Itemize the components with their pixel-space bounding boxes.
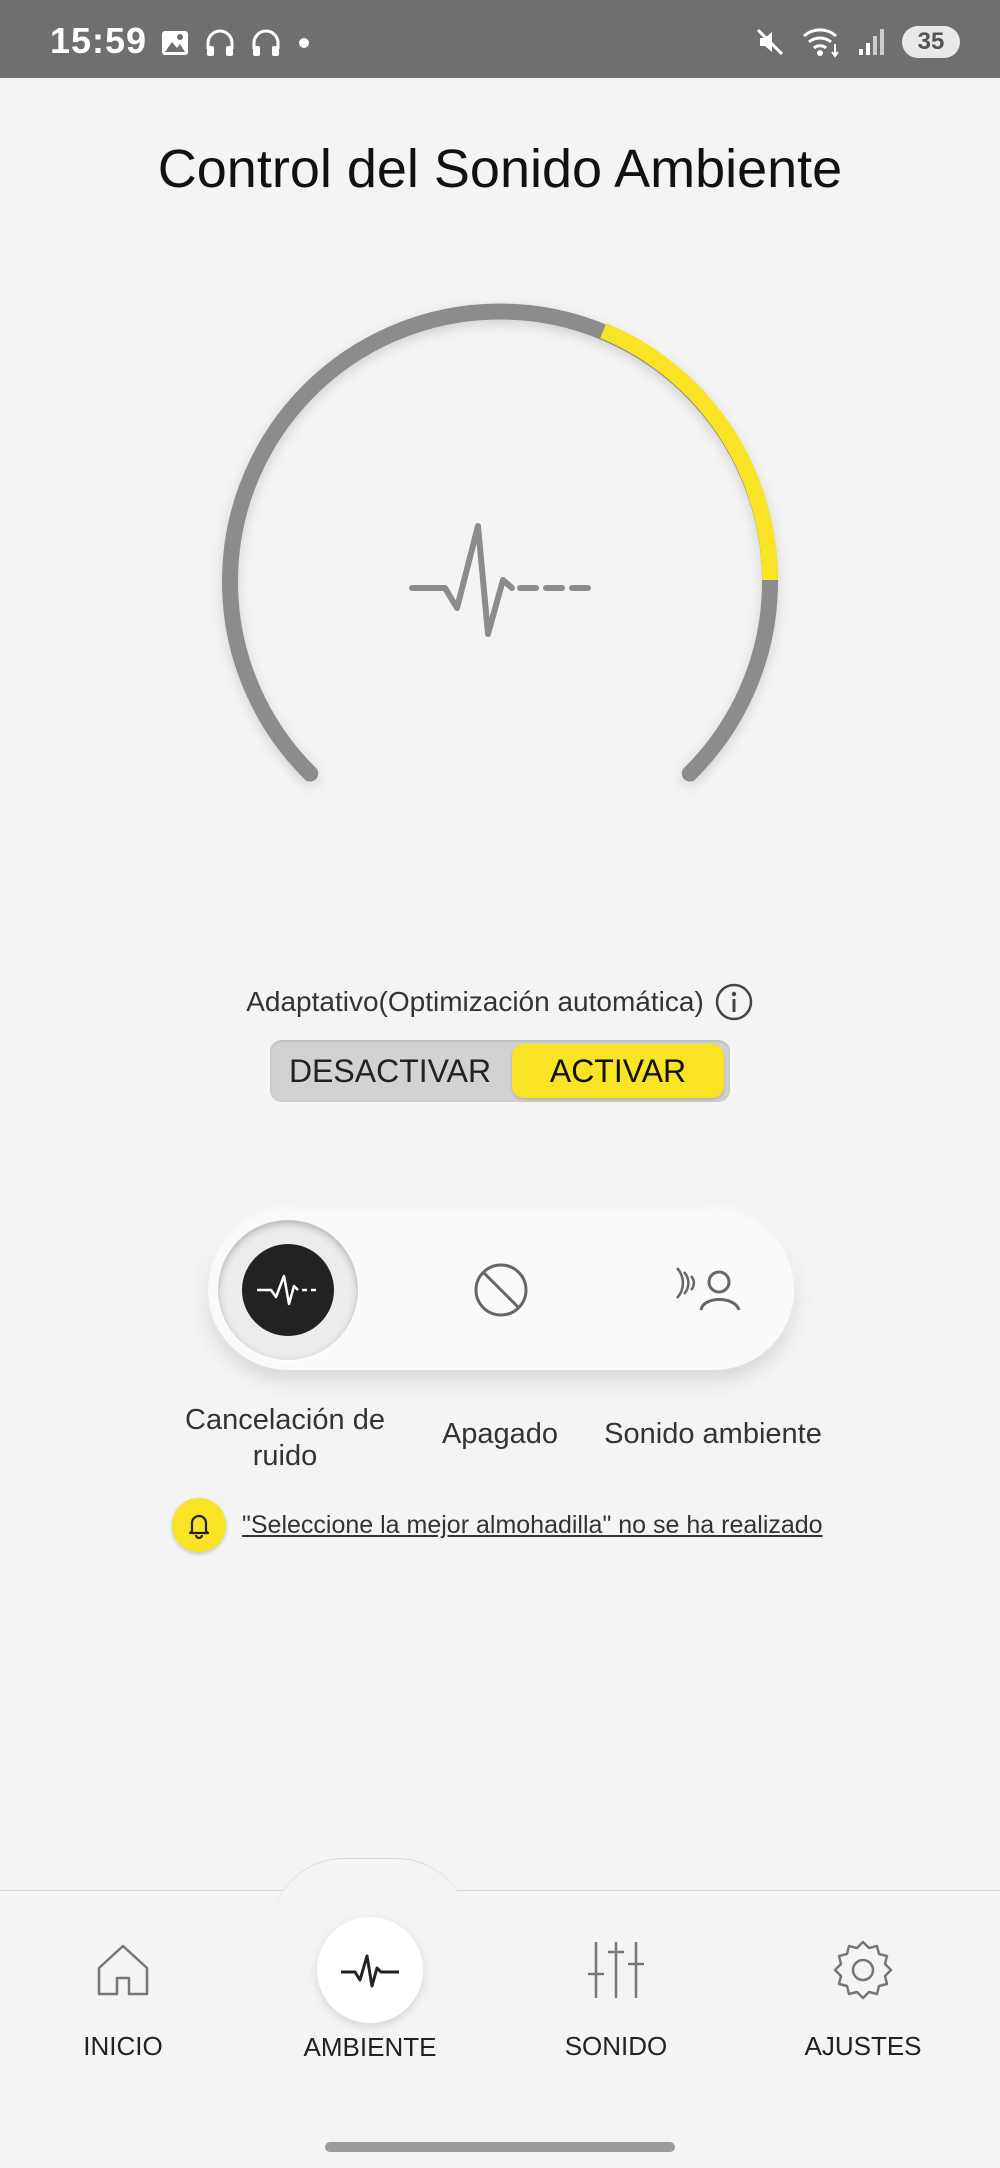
adaptive-label: Adaptativo(Optimización automática) xyxy=(246,986,704,1017)
ambient-person-icon xyxy=(676,1267,741,1311)
status-right-icons: 35 xyxy=(754,22,960,62)
wifi-icon xyxy=(803,28,839,58)
headphones-icon xyxy=(252,29,280,56)
equalizer-icon xyxy=(588,1942,644,1998)
ambient-level-dial[interactable] xyxy=(0,270,1000,830)
nav-item-ambiente[interactable]: AMBIENTE xyxy=(270,1917,470,2063)
status-bar: 15:59 35 xyxy=(0,0,1000,78)
nav-label-inicio: INICIO xyxy=(83,2031,163,2061)
nav-active-indicator xyxy=(317,1917,423,2023)
mode-off-button[interactable] xyxy=(451,1240,551,1340)
nav-item-sonido[interactable]: SONIDO xyxy=(516,1925,716,2062)
waveform-icon xyxy=(341,1954,399,1988)
status-left-icons xyxy=(160,26,312,60)
nav-item-inicio[interactable]: INICIO xyxy=(23,1925,223,2062)
notification-dot-icon xyxy=(299,38,309,48)
mode-label-noise-cancel: Cancelación de ruido xyxy=(185,1404,385,1472)
waveform-icon xyxy=(409,523,591,637)
page-title: Control del Sonido Ambiente xyxy=(157,139,843,199)
adaptive-off-button[interactable]: DESACTIVAR xyxy=(270,1040,510,1102)
noise-cancel-knob xyxy=(242,1244,334,1336)
dial-active-arc xyxy=(600,323,778,581)
adaptive-on-button[interactable]: ACTIVAR xyxy=(512,1044,724,1098)
signal-icon xyxy=(859,29,884,55)
nav-label-ajustes: AJUSTES xyxy=(804,2031,922,2061)
headphones-icon xyxy=(206,29,234,56)
adaptive-toggle: DESACTIVAR ACTIVAR xyxy=(270,1040,730,1102)
noise-cancel-button[interactable] xyxy=(218,1220,358,1360)
notice-bell xyxy=(172,1498,226,1552)
adaptive-row: Adaptativo(Optimización automática) xyxy=(0,982,1000,1022)
home-icon xyxy=(97,1944,149,1996)
off-icon xyxy=(474,1263,528,1317)
bell-icon xyxy=(188,1514,210,1540)
gear-icon xyxy=(833,1940,893,2000)
info-icon[interactable] xyxy=(714,982,754,1022)
notice-row[interactable]: "Seleccione la mejor almohadilla" no se … xyxy=(172,1498,823,1552)
waveform-icon xyxy=(257,1274,316,1306)
nav-label-ambiente: AMBIENTE xyxy=(303,2032,437,2062)
gallery-icon xyxy=(162,31,188,55)
mode-label-off: Apagado xyxy=(441,1418,559,1450)
mode-selector xyxy=(208,1210,794,1370)
mute-icon xyxy=(756,28,784,56)
ambient-sound-button[interactable] xyxy=(661,1240,761,1340)
mode-label-ambient: Sonido ambiente xyxy=(604,1418,822,1450)
nav-item-ajustes[interactable]: AJUSTES xyxy=(763,1925,963,2062)
battery-indicator: 35 xyxy=(902,26,960,58)
nav-label-sonido: SONIDO xyxy=(564,2031,668,2061)
home-indicator[interactable] xyxy=(325,2142,675,2152)
notice-link[interactable]: "Seleccione la mejor almohadilla" no se … xyxy=(242,1511,823,1540)
status-time: 15:59 xyxy=(50,20,148,61)
